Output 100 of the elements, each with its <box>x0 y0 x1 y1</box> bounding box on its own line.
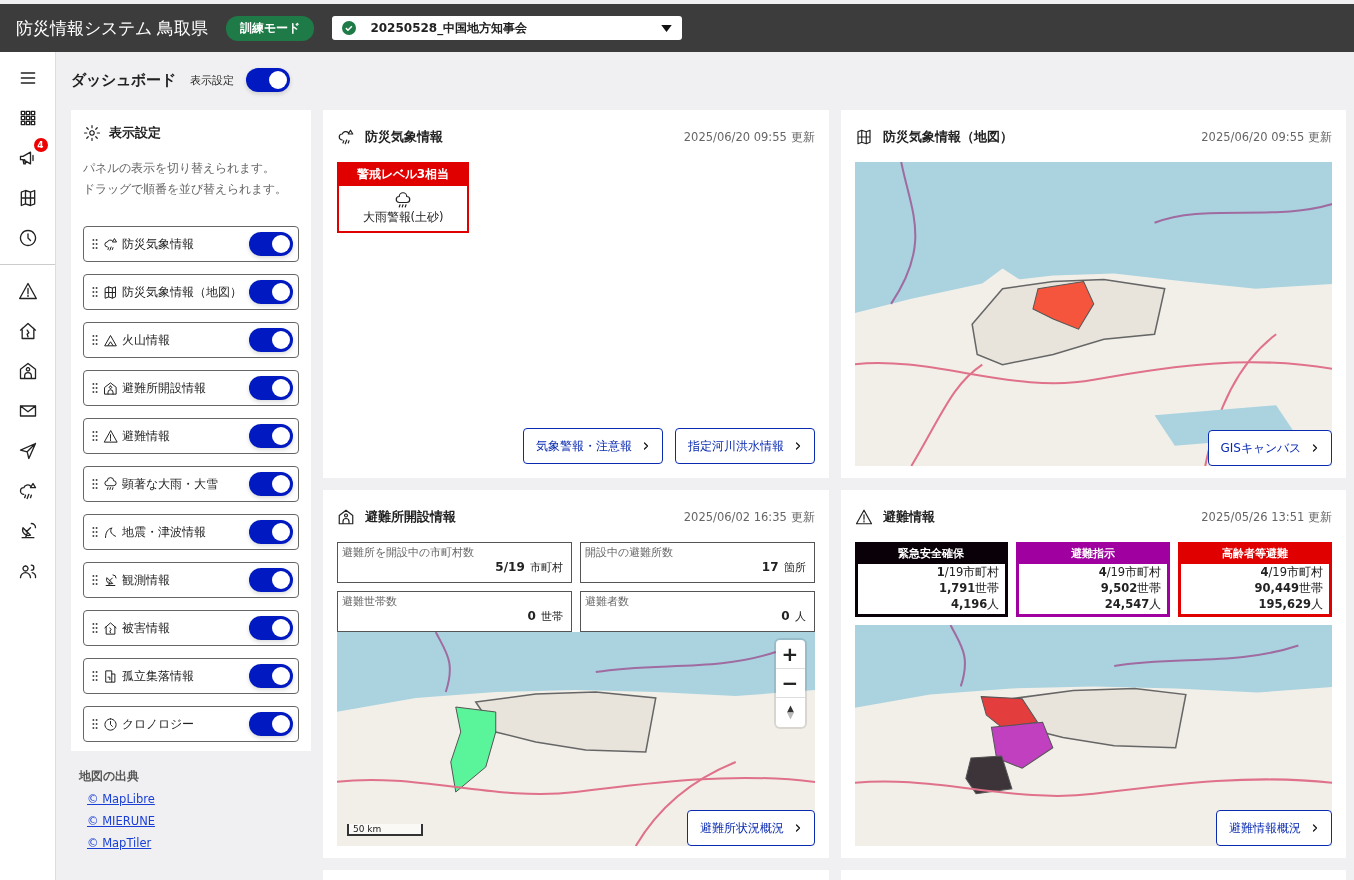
level-count: 9,502世帯 <box>1099 580 1163 596</box>
drag-handle-icon[interactable] <box>91 237 99 251</box>
stat-label: 開設中の避難所数 <box>584 546 674 560</box>
drag-handle-icon[interactable] <box>91 621 99 635</box>
stat-label: 避難世帯数 <box>342 595 398 609</box>
clock-icon[interactable] <box>17 228 38 248</box>
evacuation-overview-button[interactable]: 避難情報概況 <box>1216 810 1332 846</box>
updated-time: 2025/05/26 13:51 更新 <box>1201 509 1332 525</box>
drag-handle-icon[interactable] <box>91 429 99 443</box>
panel-title: 表示設定 <box>109 124 161 142</box>
drag-handle-icon[interactable] <box>91 477 99 491</box>
card-title: 避難所開設情報 <box>365 508 457 526</box>
stat-label: 避難所を開設中の市町村数 <box>342 546 475 560</box>
display-settings-toggle[interactable] <box>246 68 290 92</box>
training-mode-badge: 訓練モード <box>226 15 315 41</box>
card-title: 避難情報 <box>882 508 936 526</box>
toggle-switch[interactable] <box>249 520 293 544</box>
panel-setting-item[interactable]: 防災気象情報 <box>83 226 299 262</box>
stat-value: 0 <box>781 609 790 623</box>
updated-time: 2025/06/02 16:35 更新 <box>683 509 815 525</box>
card-title: 防災気象情報（地図） <box>882 128 1014 146</box>
warning-icon[interactable] <box>17 281 38 301</box>
toggle-switch[interactable] <box>249 376 293 400</box>
toggle-switch[interactable] <box>249 280 293 304</box>
panel-setting-item[interactable]: 地震・津波情報 <box>83 514 299 550</box>
map-icon <box>854 128 873 146</box>
panel-setting-item[interactable]: 被害情報 <box>83 610 299 646</box>
rain-cloud-icon <box>103 476 118 492</box>
clock-icon <box>103 716 118 732</box>
panel-setting-item[interactable]: 避難情報 <box>83 418 299 454</box>
warning-icon <box>854 508 873 526</box>
map-scale: 50 km <box>347 824 424 836</box>
zoom-in-button[interactable]: + <box>775 640 805 669</box>
setting-label: 火山情報 <box>122 331 171 349</box>
credit-link[interactable]: © MapLibre <box>87 792 155 806</box>
shelter-status-button[interactable]: 避難所状況概況 <box>686 810 815 846</box>
gis-canvas-button[interactable]: GISキャンバス <box>1207 430 1332 466</box>
toggle-switch[interactable] <box>249 712 293 736</box>
panel-setting-item[interactable]: クロノロジー <box>83 706 299 742</box>
mountain-icon <box>103 332 118 348</box>
link-button[interactable]: 気象警報・注意報 <box>522 428 663 464</box>
panel-setting-item[interactable]: 火山情報 <box>83 322 299 358</box>
page-title: ダッシュボード <box>71 70 176 90</box>
level-count: 195,629人 <box>1257 596 1324 612</box>
satellite-dish-icon <box>103 572 118 588</box>
stat-unit: 人 <box>794 609 806 624</box>
app-title: 防災情報システム 鳥取県 <box>16 16 209 40</box>
level-count: 90,449世帯 <box>1253 580 1324 596</box>
storm-icon <box>103 236 118 252</box>
setting-label: 観測情報 <box>122 571 171 589</box>
level-count: 1,791世帯 <box>937 580 1001 596</box>
shelter-icon[interactable] <box>17 361 38 381</box>
toggle-label: 表示設定 <box>190 72 234 88</box>
stat-unit: 市町村 <box>529 560 563 575</box>
storm-icon <box>337 128 355 146</box>
warning-icon <box>103 428 118 444</box>
credit-link[interactable]: © MapTiler <box>87 836 152 850</box>
alert-name: 大雨警報(土砂) <box>362 210 444 225</box>
setting-label: 被害情報 <box>122 619 171 637</box>
toggle-switch[interactable] <box>249 424 293 448</box>
toggle-switch[interactable] <box>249 328 293 352</box>
toggle-switch[interactable] <box>249 472 293 496</box>
toggle-switch[interactable] <box>249 616 293 640</box>
event-select[interactable]: 20250528_中国地方知事会 <box>332 16 683 40</box>
house-icon[interactable] <box>17 321 38 341</box>
level-title: 高齢者等避難 <box>1181 545 1329 564</box>
panel-setting-item[interactable]: 避難所開設情報 <box>83 370 299 406</box>
stat-value: 0 <box>527 609 536 623</box>
map-icon <box>103 284 118 300</box>
alert-level: 警戒レベル3相当 <box>339 164 467 186</box>
send-icon[interactable] <box>17 441 38 461</box>
setting-label: 地震・津波情報 <box>122 523 207 541</box>
setting-label: クロノロジー <box>122 715 195 733</box>
drag-handle-icon[interactable] <box>91 381 99 395</box>
panel-setting-item[interactable]: 顕著な大雨・大雪 <box>83 466 299 502</box>
drag-handle-icon[interactable] <box>91 333 99 347</box>
setting-label: 避難情報 <box>122 427 171 445</box>
drag-handle-icon[interactable] <box>91 717 99 731</box>
stat-value: 17 <box>761 560 779 574</box>
zoom-out-button[interactable]: − <box>775 669 805 698</box>
drag-handle-icon[interactable] <box>91 669 99 683</box>
level-count: 4/19市町村 <box>1259 564 1324 580</box>
updated-time: 2025/06/20 09:55 更新 <box>1201 129 1332 145</box>
stat-label: 避難者数 <box>584 595 630 609</box>
storm-icon[interactable] <box>17 481 38 501</box>
level-count: 4,196人 <box>949 596 1001 612</box>
panel-setting-item[interactable]: 防災気象情報（地図） <box>83 274 299 310</box>
toggle-switch[interactable] <box>249 568 293 592</box>
credit-link[interactable]: © MIERUNE <box>87 814 155 828</box>
drag-handle-icon[interactable] <box>91 573 99 587</box>
toggle-switch[interactable] <box>249 664 293 688</box>
level-count: 1/19市町村 <box>935 564 1001 580</box>
house-icon <box>103 620 118 636</box>
panel-setting-item[interactable]: 孤立集落情報 <box>83 658 299 694</box>
panel-setting-item[interactable]: 観測情報 <box>83 562 299 598</box>
drag-handle-icon[interactable] <box>91 285 99 299</box>
setting-label: 顕著な大雨・大雪 <box>122 475 219 493</box>
link-button[interactable]: 指定河川洪水情報 <box>674 428 815 464</box>
drag-handle-icon[interactable] <box>91 525 99 539</box>
toggle-switch[interactable] <box>249 232 293 256</box>
